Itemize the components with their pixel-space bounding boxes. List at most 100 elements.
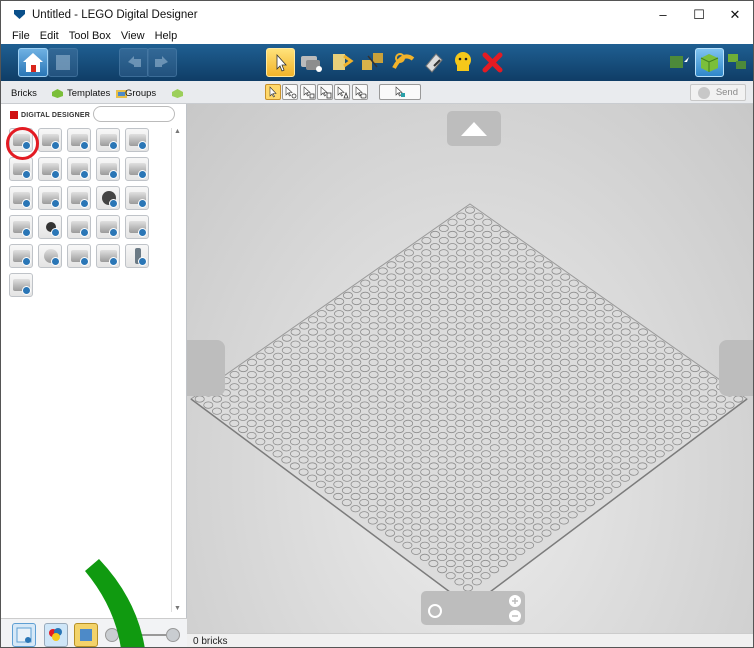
zoom-out-icon[interactable] [105, 628, 119, 642]
camera-rotate-left-button[interactable] [187, 340, 225, 396]
decoration-palette-button[interactable] [74, 623, 98, 647]
send-button[interactable]: Send [690, 84, 746, 101]
category-connectors[interactable] [125, 186, 149, 210]
tab-templates[interactable]: Templates [67, 85, 128, 101]
zoom-in-icon[interactable] [166, 628, 180, 642]
camera-tilt-up-button[interactable] [447, 111, 501, 146]
main-toolbar [1, 44, 753, 81]
app-window: Untitled - LEGO Digital Designer – ☐ ✕ F… [0, 0, 754, 648]
maximize-button[interactable]: ☐ [681, 1, 717, 28]
brick-search-input[interactable] [93, 106, 175, 122]
view-mode-icon [700, 54, 719, 72]
hide-icon [455, 52, 471, 71]
select-connected-button[interactable] [300, 84, 316, 100]
select-same-shape-button[interactable] [334, 84, 350, 100]
category-slopes[interactable] [9, 157, 33, 181]
window-title: Untitled - LEGO Digital Designer [32, 8, 198, 21]
palette-header: DIGITAL DESIGNER « [1, 104, 194, 126]
category-panels[interactable] [67, 186, 91, 210]
palette-view-button[interactable] [12, 623, 36, 647]
menu-file[interactable]: File [1, 30, 35, 42]
expand-plus-icon [138, 228, 147, 237]
tab-bricks-label: Bricks [11, 87, 37, 99]
highlight-circle [6, 127, 39, 160]
expand-plus-icon [51, 228, 60, 237]
menu-view[interactable]: View [116, 30, 150, 42]
select-multiple-button[interactable] [282, 84, 298, 100]
save-icon [56, 55, 70, 70]
select-tool-button[interactable] [266, 48, 295, 77]
menu-edit[interactable]: Edit [35, 30, 64, 42]
camera-controls-bottom[interactable] [421, 591, 525, 625]
category-hinges[interactable] [125, 244, 149, 268]
view-mode-button[interactable] [695, 48, 724, 77]
reset-rotate-icon [428, 595, 521, 622]
redo-button[interactable] [147, 48, 177, 77]
hide-tool-button[interactable] [450, 48, 479, 77]
category-figure-accessories[interactable] [38, 215, 62, 239]
camera-rotate-right-button[interactable] [719, 340, 753, 396]
category-technic-bricks[interactable] [96, 157, 120, 181]
flex-tool-button[interactable] [390, 48, 419, 77]
category-beams[interactable] [67, 244, 91, 268]
palette-scrollbar[interactable]: ▲ ▼ [171, 128, 182, 612]
category-gears[interactable] [38, 244, 62, 268]
tab-bricks[interactable]: Bricks [11, 85, 64, 101]
color-palette-button[interactable] [44, 623, 68, 647]
zoom-slider[interactable] [119, 634, 166, 636]
category-windows-doors[interactable] [96, 215, 120, 239]
expand-plus-icon [109, 141, 118, 150]
menu-toolbox[interactable]: Tool Box [64, 30, 116, 42]
category-axles[interactable] [9, 244, 33, 268]
palette-bottom-bar [1, 618, 187, 647]
delete-tool-button[interactable] [479, 48, 508, 77]
redo-icon [155, 56, 168, 67]
category-vehicles[interactable] [67, 215, 91, 239]
select-icon [276, 53, 287, 72]
select-same-brick-button[interactable] [352, 84, 368, 100]
category-plates-special[interactable] [125, 128, 149, 152]
clone-tool-button[interactable] [297, 48, 326, 77]
cursor-connected-icon [303, 86, 315, 99]
category-bricks-round[interactable] [38, 128, 62, 152]
home-button[interactable] [18, 48, 48, 77]
minimize-button[interactable]: – [645, 1, 681, 28]
category-wedges[interactable] [9, 186, 33, 210]
category-arches[interactable] [38, 186, 62, 210]
category-wheels[interactable] [96, 186, 120, 210]
expand-plus-icon [109, 257, 118, 266]
category-bricks-special[interactable] [67, 128, 91, 152]
category-plates[interactable] [96, 128, 120, 152]
hinge-align-tool-button[interactable] [359, 48, 388, 77]
category-slopes-inverted[interactable] [38, 157, 62, 181]
scroll-up-icon[interactable]: ▲ [174, 128, 181, 135]
scroll-down-icon[interactable]: ▼ [174, 605, 181, 612]
invert-selection-button[interactable] [379, 84, 421, 100]
select-same-color-button[interactable] [317, 84, 333, 100]
expand-plus-icon [51, 170, 60, 179]
close-button[interactable]: ✕ [717, 1, 753, 28]
expand-plus-icon [138, 199, 147, 208]
menu-help[interactable]: Help [150, 30, 183, 42]
category-plates-long[interactable] [96, 244, 120, 268]
build-mode-button[interactable] [665, 48, 694, 77]
paint-tool-button[interactable] [420, 48, 449, 77]
category-tiles[interactable] [67, 157, 91, 181]
home-icon [23, 53, 43, 72]
select-single-button[interactable] [265, 84, 281, 100]
category-technic-plates[interactable] [125, 157, 149, 181]
category-baseplates[interactable] [9, 273, 33, 297]
baseplate [190, 203, 748, 608]
category-misc[interactable] [125, 215, 149, 239]
groups-tab-icon [172, 88, 184, 98]
tab-groups[interactable]: Groups [125, 85, 184, 101]
category-figures[interactable] [9, 215, 33, 239]
save-button[interactable] [48, 48, 78, 77]
hinge-tool-button[interactable] [328, 48, 357, 77]
expand-plus-icon [80, 228, 89, 237]
build-viewport[interactable] [187, 104, 753, 633]
instructions-mode-button[interactable] [724, 48, 753, 77]
expand-plus-icon [22, 286, 31, 295]
undo-button[interactable] [119, 48, 149, 77]
arrow-up-icon [461, 122, 487, 136]
